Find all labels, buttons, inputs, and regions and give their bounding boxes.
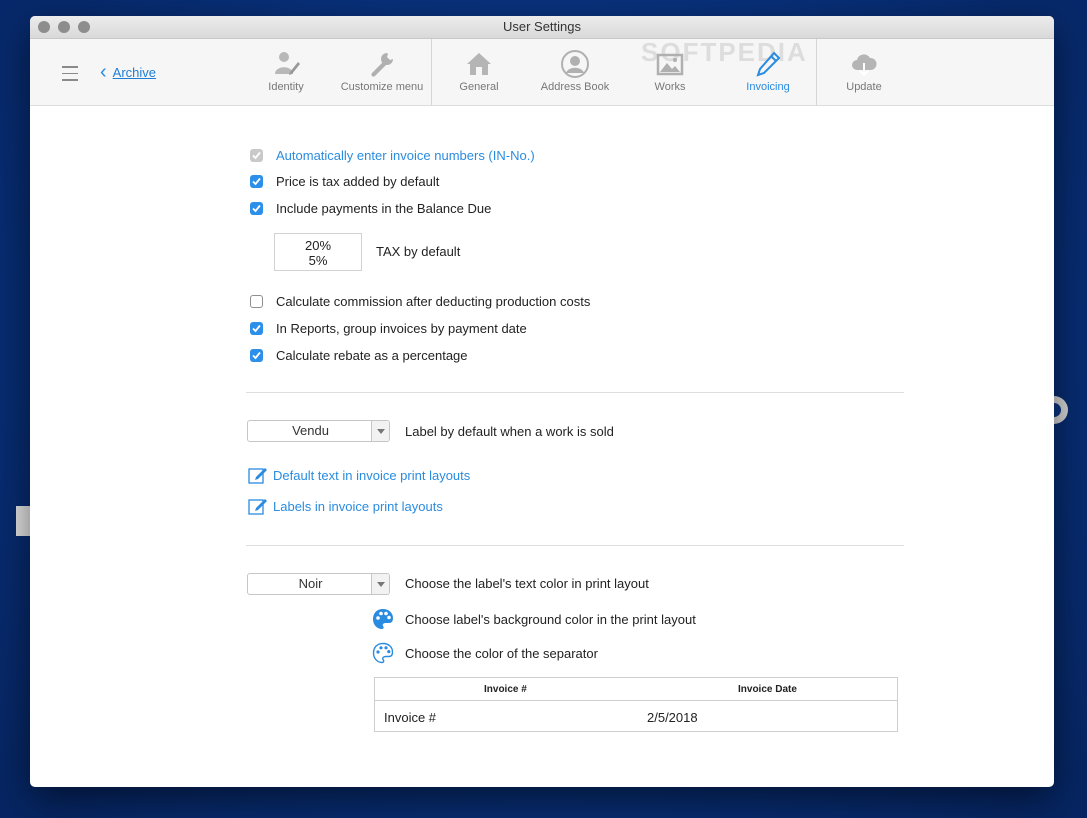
minimize-window-button[interactable] — [58, 21, 70, 33]
table-row: Invoice # 2/5/2018 — [375, 701, 897, 732]
toolbar-separator — [816, 39, 817, 105]
sold-label-description: Label by default when a work is sold — [405, 424, 614, 439]
cell-invoice-number: Invoice # — [384, 710, 437, 725]
toolbar: ‹ Archive SOFTPEDIA Identity Customize m… — [30, 37, 1054, 106]
tax-default-label: TAX by default — [376, 244, 461, 259]
background-window-edge — [16, 506, 30, 536]
option-group-by-payment-date[interactable]: In Reports, group invoices by payment da… — [250, 321, 527, 336]
tab-works[interactable]: Works — [642, 39, 698, 105]
default-text-link[interactable]: Default text in invoice print layouts — [248, 466, 470, 484]
edit-note-icon — [248, 499, 267, 515]
section-divider — [246, 392, 904, 393]
toolbar-separator — [431, 39, 432, 105]
title-bar[interactable]: User Settings — [30, 16, 1054, 39]
separator-color-option[interactable]: Choose the color of the separator — [372, 642, 598, 664]
option-rebate-percentage[interactable]: Calculate rebate as a percentage — [250, 348, 468, 363]
tab-address-book[interactable]: Address Book — [532, 39, 618, 105]
pencil-icon — [756, 51, 781, 77]
labels-print-link[interactable]: Labels in invoice print layouts — [248, 497, 443, 515]
zoom-window-button[interactable] — [78, 21, 90, 33]
contact-icon — [561, 50, 589, 78]
text-color-description: Choose the label's text color in print l… — [405, 576, 649, 591]
option-price-tax-added[interactable]: Price is tax added by default — [250, 174, 439, 189]
window-controls — [38, 21, 90, 33]
palette-outline-icon — [372, 642, 394, 664]
section-divider — [246, 545, 904, 546]
invoice-preview-table: Invoice # Invoice Date Invoice # 2/5/201… — [374, 677, 898, 732]
window-title: User Settings — [502, 19, 582, 34]
column-header-invoice-date: Invoice Date — [738, 684, 797, 695]
include-payments-checkbox[interactable] — [250, 202, 263, 215]
hamburger-menu-icon[interactable] — [62, 66, 78, 86]
rebate-percentage-checkbox[interactable] — [250, 349, 263, 362]
picture-icon — [656, 53, 684, 76]
auto-invoice-numbers-checkbox[interactable] — [250, 149, 263, 162]
tab-customize-menu[interactable]: Customize menu — [336, 39, 428, 105]
option-include-payments[interactable]: Include payments in the Balance Due — [250, 201, 491, 216]
column-header-invoice-number: Invoice # — [484, 684, 527, 695]
table-header: Invoice # Invoice Date — [375, 678, 897, 701]
sold-label-select[interactable]: Vendu — [247, 420, 390, 442]
person-pen-icon — [275, 52, 300, 75]
chevron-down-icon — [371, 421, 389, 441]
bg-color-option[interactable]: Choose label's background color in the p… — [372, 608, 696, 630]
edit-note-icon — [248, 468, 267, 484]
tab-update[interactable]: Update — [836, 39, 892, 105]
tab-general[interactable]: General — [450, 39, 508, 105]
house-icon — [467, 53, 491, 75]
chevron-left-icon: ‹ — [100, 61, 107, 83]
tax-values-field[interactable]: 20% 5% — [274, 233, 362, 271]
option-auto-invoice-numbers[interactable]: Automatically enter invoice numbers (IN-… — [250, 148, 535, 163]
group-by-payment-date-checkbox[interactable] — [250, 322, 263, 335]
chevron-down-icon — [371, 574, 389, 594]
text-color-select[interactable]: Noir — [247, 573, 390, 595]
cloud-download-icon — [852, 54, 877, 77]
calc-commission-checkbox[interactable] — [250, 295, 263, 308]
back-archive-link[interactable]: ‹ Archive — [100, 61, 157, 83]
tab-invoicing[interactable]: Invoicing — [739, 39, 797, 105]
close-window-button[interactable] — [38, 21, 50, 33]
palette-filled-icon — [373, 609, 393, 629]
cell-invoice-date: 2/5/2018 — [647, 710, 698, 725]
back-archive-label: Archive — [112, 64, 157, 80]
option-calc-commission[interactable]: Calculate commission after deducting pro… — [250, 294, 590, 309]
tab-identity[interactable]: Identity — [255, 39, 317, 105]
settings-window: User Settings ‹ Archive SOFTPEDIA Identi… — [30, 16, 1054, 787]
price-tax-added-checkbox[interactable] — [250, 175, 263, 188]
wrench-icon — [371, 53, 393, 77]
